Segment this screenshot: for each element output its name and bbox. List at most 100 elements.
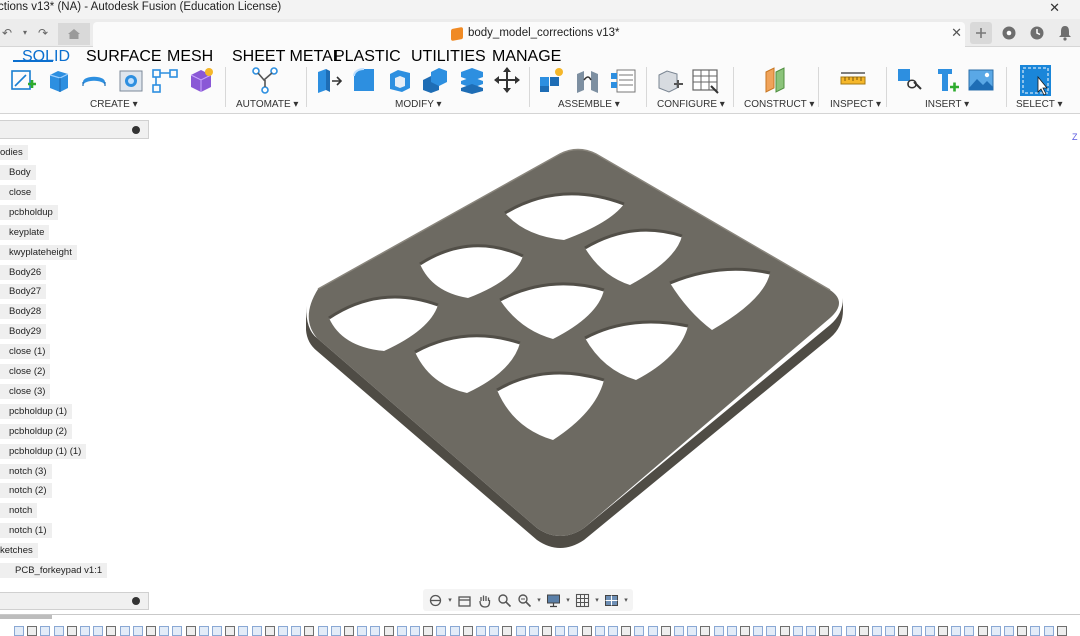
display-settings-button[interactable]	[545, 592, 562, 609]
tree-item-body[interactable]: pcbholdup (2)	[0, 424, 73, 439]
tree-item-body[interactable]: close (2)	[0, 364, 51, 379]
timeline-feature-icon[interactable]	[370, 626, 381, 636]
tree-item-body[interactable]: keyplate	[0, 225, 50, 240]
timeline-feature-icon[interactable]	[410, 626, 420, 636]
timeline-feature-icon[interactable]	[304, 626, 315, 636]
timeline-feature-icon[interactable]	[674, 626, 684, 636]
browser-panel-header[interactable]	[0, 120, 149, 139]
timeline-feature-icon[interactable]	[396, 626, 407, 636]
timeline-feature-icon[interactable]	[621, 626, 632, 636]
tree-item-body[interactable]: Body	[0, 165, 36, 180]
timeline-feature-icon[interactable]	[660, 626, 671, 636]
undo-icon[interactable]: ↶	[0, 26, 14, 40]
tab-mesh[interactable]: MESH	[167, 48, 213, 66]
zoom-button[interactable]	[496, 592, 513, 609]
grid-settings-button[interactable]	[574, 592, 591, 609]
tree-item-body[interactable]: notch	[0, 503, 38, 518]
tab-surface[interactable]: SURFACE	[86, 48, 162, 66]
assemble-group-label[interactable]: ASSEMBLE ▾	[558, 99, 620, 110]
window-close-button[interactable]: ✕	[1049, 0, 1060, 16]
tab-close-button[interactable]: ✕	[951, 25, 962, 41]
timeline-feature-icon[interactable]	[132, 626, 143, 636]
timeline-feature-icon[interactable]	[357, 626, 368, 636]
timeline-feature-icon[interactable]	[14, 626, 24, 636]
create-group-label[interactable]: CREATE ▾	[90, 99, 138, 110]
zoom-window-button[interactable]	[516, 592, 533, 609]
timeline-feature-icon[interactable]	[753, 626, 764, 636]
press-pull-icon[interactable]	[314, 66, 342, 94]
tree-item-body[interactable]: pcbholdup (1)	[0, 404, 73, 419]
timeline-feature-icon[interactable]	[528, 626, 539, 636]
timeline-feature-icon[interactable]	[542, 626, 552, 636]
pattern-icon[interactable]	[151, 66, 179, 94]
inspect-group-label[interactable]: INSPECT ▾	[830, 99, 881, 110]
automate-group-label[interactable]: AUTOMATE ▾	[236, 99, 298, 110]
insert-group-label[interactable]: INSERT ▾	[925, 99, 969, 110]
timeline-feature-icon[interactable]	[740, 626, 750, 636]
insert-mcmaster-icon[interactable]	[932, 66, 960, 94]
revolve-icon[interactable]	[80, 66, 108, 94]
tree-item-body[interactable]: kwyplateheight	[0, 245, 77, 260]
tree-item-body[interactable]: pcbholdup (1) (1)	[0, 444, 87, 459]
timeline-feature-icon[interactable]	[80, 626, 90, 636]
timeline-feature-icon[interactable]	[198, 626, 209, 636]
timeline-feature-icon[interactable]	[1004, 626, 1014, 636]
timeline-feature-icon[interactable]	[700, 626, 711, 636]
timeline-feature-icon[interactable]	[1017, 626, 1028, 636]
3d-viewport[interactable]	[150, 115, 1080, 615]
timeline-feature-icon[interactable]	[212, 626, 222, 636]
notifications-button[interactable]	[1054, 22, 1076, 44]
joint-icon[interactable]	[574, 66, 602, 94]
timeline-feature-icon[interactable]	[977, 626, 988, 636]
timeline-feature-icon[interactable]	[779, 626, 790, 636]
panel-scrollbar[interactable]	[0, 615, 52, 619]
construct-group-label[interactable]: CONSTRUCT ▾	[744, 99, 814, 110]
timeline-feature-icon[interactable]	[185, 626, 196, 636]
tab-sheet-metal[interactable]: SHEET METAL	[232, 48, 342, 66]
timeline-feature-icon[interactable]	[27, 626, 38, 636]
timeline-feature-icon[interactable]	[383, 626, 394, 636]
timeline-feature-icon[interactable]	[594, 626, 605, 636]
configuration-table-icon[interactable]	[691, 66, 719, 94]
timeline-feature-icon[interactable]	[106, 626, 117, 636]
timeline-feature-icon[interactable]	[964, 626, 975, 636]
timeline-feature-icon[interactable]	[924, 626, 935, 636]
timeline-feature-icon[interactable]	[330, 626, 341, 636]
pan-button[interactable]	[476, 592, 493, 609]
timeline-feature-icon[interactable]	[555, 626, 566, 636]
timeline-feature-icon[interactable]	[766, 626, 777, 636]
timeline-feature-icon[interactable]	[66, 626, 77, 636]
orbit-dropdown[interactable]: ▾	[447, 592, 453, 609]
create-form-icon[interactable]	[187, 66, 215, 94]
select-group-label[interactable]: SELECT ▾	[1016, 99, 1063, 110]
timeline-feature-icon[interactable]	[1043, 626, 1054, 636]
timeline-feature-icon[interactable]	[938, 626, 948, 636]
viewcube-axis-label[interactable]: Z	[1072, 132, 1078, 142]
tab-utilities[interactable]: UTILITIES	[411, 48, 486, 66]
new-component-icon[interactable]	[537, 66, 565, 94]
look-at-button[interactable]	[456, 592, 473, 609]
collapse-panel-icon[interactable]	[132, 126, 140, 134]
tree-item-body[interactable]: pcbholdup	[0, 205, 58, 220]
timeline-feature-icon[interactable]	[489, 626, 500, 636]
timeline-feature-icon[interactable]	[449, 626, 460, 636]
timeline-feature-icon[interactable]	[476, 626, 486, 636]
tree-item-body[interactable]: Body29	[0, 324, 47, 339]
tree-item-body[interactable]: Body27	[0, 284, 47, 299]
tree-item-sketch[interactable]: PCB_forkeypad v1:1	[0, 563, 108, 578]
tree-item-body[interactable]: Body28	[0, 304, 47, 319]
timeline-feature-icon[interactable]	[792, 626, 803, 636]
tab-manage[interactable]: MANAGE	[492, 48, 561, 66]
shell-icon[interactable]	[386, 66, 414, 94]
tree-item-body[interactable]: close	[0, 185, 37, 200]
insert-canvas-icon[interactable]	[967, 66, 995, 94]
tree-item-body[interactable]: notch (3)	[0, 464, 52, 479]
timeline-feature-icon[interactable]	[502, 626, 513, 636]
timeline-feature-icon[interactable]	[568, 626, 579, 636]
tree-item-body[interactable]: Body26	[0, 265, 47, 280]
timeline-feature-icon[interactable]	[647, 626, 658, 636]
comments-panel-header[interactable]	[0, 592, 149, 610]
timeline-feature-icon[interactable]	[832, 626, 843, 636]
timeline-feature-icon[interactable]	[1030, 626, 1041, 636]
create-sketch-icon[interactable]	[9, 66, 37, 94]
